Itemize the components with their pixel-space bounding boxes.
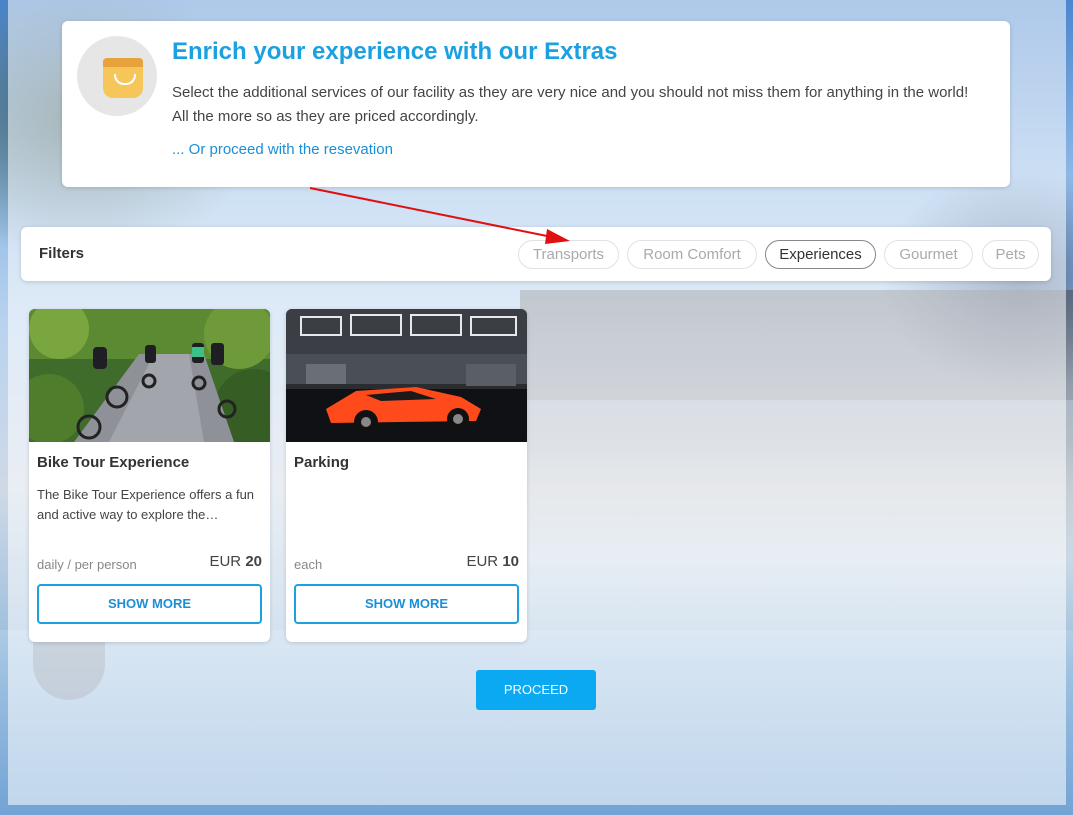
filter-chip-pets[interactable]: Pets bbox=[982, 240, 1039, 269]
proceed-reservation-link[interactable]: ... Or proceed with the resevation bbox=[172, 141, 393, 158]
card-price: EUR 10 bbox=[466, 553, 519, 570]
filter-chip-transports[interactable]: Transports bbox=[518, 240, 619, 269]
card-price-value: 10 bbox=[502, 553, 519, 570]
filters-bar: Filters Transports Room Comfort Experien… bbox=[21, 227, 1051, 281]
filter-chip-room-comfort[interactable]: Room Comfort bbox=[627, 240, 757, 269]
intro-description: Select the additional services of our fa… bbox=[172, 84, 969, 125]
extras-intro-card: Enrich your experience with our Extras S… bbox=[62, 21, 1010, 187]
extra-card-bike-tour: Bike Tour Experience The Bike Tour Exper… bbox=[29, 309, 270, 642]
bike-tour-image bbox=[29, 309, 270, 442]
card-price-unit: daily / per person bbox=[37, 557, 137, 572]
show-more-button[interactable]: SHOW MORE bbox=[294, 584, 519, 624]
filter-chip-gourmet[interactable]: Gourmet bbox=[884, 240, 973, 269]
show-more-button[interactable]: SHOW MORE bbox=[37, 584, 262, 624]
card-price-unit: each bbox=[294, 557, 323, 572]
card-price: EUR 20 bbox=[209, 553, 262, 570]
card-price-value: 20 bbox=[245, 553, 262, 570]
card-currency: EUR bbox=[466, 553, 499, 570]
filter-chip-experiences[interactable]: Experiences bbox=[765, 240, 876, 269]
bag-icon-circle bbox=[77, 36, 157, 116]
shopping-bag-icon bbox=[103, 58, 143, 98]
extra-card-parking: Parking each EUR 10 SHOW MORE bbox=[286, 309, 527, 642]
parking-image bbox=[286, 309, 527, 442]
card-title: Parking bbox=[294, 454, 350, 471]
proceed-button[interactable]: PROCEED bbox=[476, 670, 596, 710]
page-title: Enrich your experience with our Extras bbox=[172, 38, 618, 65]
filters-label: Filters bbox=[39, 245, 85, 262]
card-currency: EUR bbox=[209, 553, 242, 570]
card-title: Bike Tour Experience bbox=[37, 454, 190, 471]
card-description: The Bike Tour Experience offers a fun an… bbox=[37, 487, 255, 522]
